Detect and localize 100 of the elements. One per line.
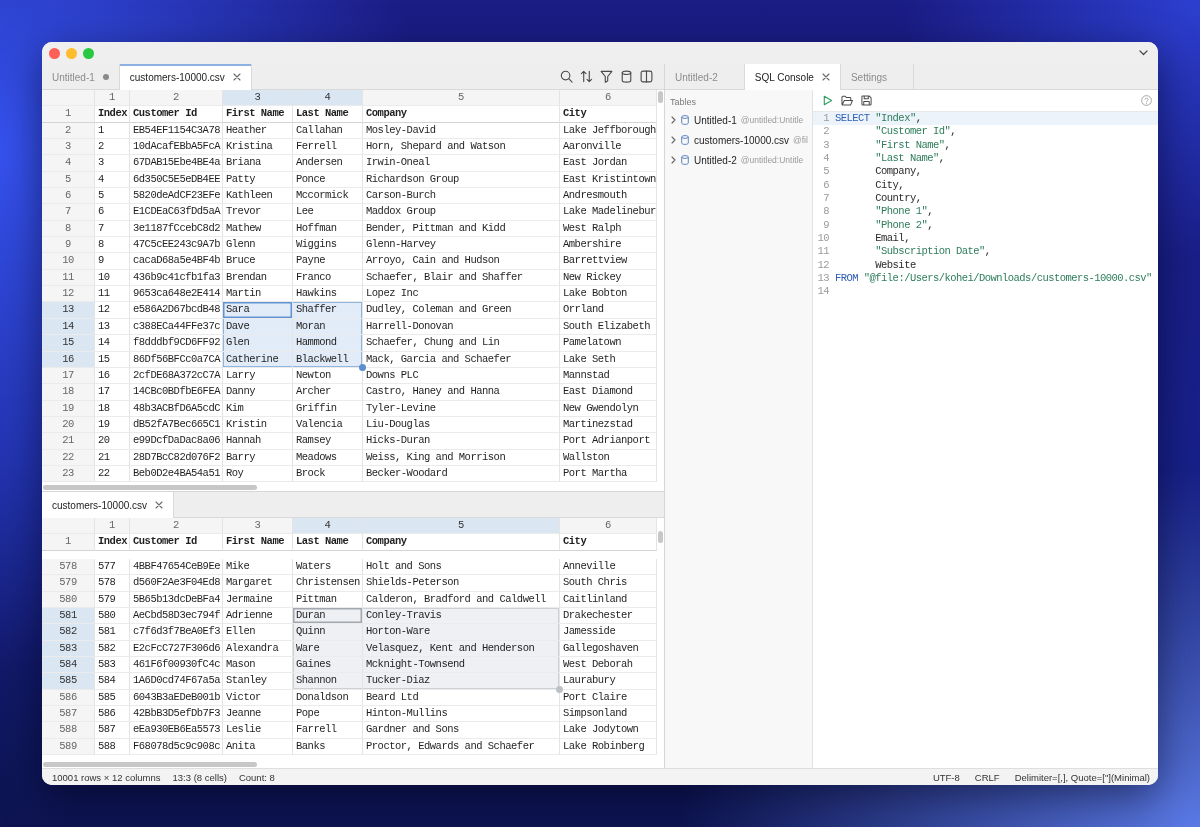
table-cell: 6 — [95, 204, 130, 221]
table-cell: Kristin — [223, 416, 293, 434]
table-cell: 4 — [95, 171, 130, 189]
code-line: Email, — [874, 232, 911, 246]
row-number[interactable]: 584 — [42, 657, 95, 674]
row-number[interactable]: 10 — [42, 253, 95, 270]
table-cell: Anita — [223, 738, 293, 756]
row-number[interactable]: 582 — [42, 624, 95, 641]
column-number[interactable]: 2 — [130, 518, 223, 535]
table-cell: Shields-Peterson — [363, 575, 560, 592]
row-number[interactable]: 15 — [42, 335, 95, 352]
filter-icon[interactable] — [600, 70, 613, 83]
table-cell: Hicks-Duran — [363, 433, 560, 450]
table-cell: 1 — [95, 122, 130, 140]
tab[interactable]: SQL Console — [744, 64, 841, 90]
row-number[interactable]: 1 — [42, 106, 95, 123]
column-number[interactable]: 5 — [363, 90, 560, 107]
row-number[interactable]: 588 — [42, 722, 95, 739]
row-number[interactable]: 1 — [42, 534, 95, 551]
table-cell: 3 — [95, 155, 130, 172]
table-item[interactable]: customers-10000.csv @fil — [665, 130, 812, 150]
table-cell: Pope — [293, 706, 363, 723]
table-cell: 11 — [95, 286, 130, 303]
table-cell: Larry — [223, 367, 293, 385]
row-number[interactable]: 18 — [42, 384, 95, 401]
status-text[interactable]: CRLF — [974, 771, 1000, 783]
close-icon[interactable] — [155, 501, 164, 509]
table-cell: Patty — [223, 171, 293, 189]
row-number[interactable]: 9 — [42, 237, 95, 254]
close-icon[interactable] — [821, 73, 830, 81]
scrollbar-thumb[interactable] — [658, 91, 663, 103]
sort-icon[interactable] — [580, 70, 593, 83]
table-cell: Danny — [223, 384, 293, 401]
window-close-icon[interactable] — [49, 47, 60, 59]
chevron-right-icon[interactable] — [671, 156, 676, 164]
play-icon[interactable] — [822, 95, 833, 106]
search-icon[interactable] — [560, 70, 573, 83]
row-number[interactable]: 585 — [42, 673, 95, 690]
header-cell: Company — [363, 106, 560, 123]
column-number[interactable]: 6 — [560, 518, 657, 535]
table-cell: Lake Robinberg — [560, 738, 657, 756]
row-number[interactable]: 578 — [42, 559, 95, 576]
table-cell: Becker-Woodard — [363, 465, 560, 483]
scrollbar-thumb[interactable] — [43, 762, 257, 767]
table-item[interactable]: Untitled-1 @untitled:Untitle — [665, 110, 812, 130]
table-cell: Schaefer, Blair and Shaffer — [363, 269, 560, 287]
row-number[interactable]: 6 — [42, 188, 95, 205]
table-cell: Roy — [223, 465, 293, 483]
save-icon[interactable] — [861, 95, 872, 106]
row-number[interactable]: 21 — [42, 433, 95, 450]
row-number[interactable]: 4 — [42, 155, 95, 172]
table-cell: 5820deAdCF23EFe — [130, 188, 223, 205]
table-cell: Briana — [223, 155, 293, 172]
table-cell: Lopez Inc — [363, 286, 560, 303]
column-number[interactable]: 1 — [95, 90, 130, 107]
status-text[interactable]: UTF-8 — [932, 771, 960, 783]
close-icon[interactable] — [232, 73, 241, 81]
table-cell: 48b3ACBfD6A5cdC — [130, 400, 223, 417]
row-number[interactable]: 7 — [42, 204, 95, 221]
chevron-down-icon[interactable] — [1139, 50, 1148, 56]
column-number[interactable]: 3 — [223, 90, 293, 107]
column-number[interactable]: 2 — [130, 90, 223, 107]
scrollbar-thumb[interactable] — [658, 531, 663, 543]
folder-icon[interactable] — [841, 95, 853, 106]
column-number[interactable]: 6 — [560, 90, 657, 107]
scrollbar-thumb[interactable] — [43, 485, 257, 490]
row-number[interactable]: 587 — [42, 706, 95, 723]
tab[interactable]: customers-10000.csv — [42, 492, 175, 518]
tab[interactable]: customers-10000.csv — [119, 64, 252, 90]
table-cell: West Deborah — [560, 657, 657, 674]
column-number[interactable]: 3 — [223, 518, 293, 535]
table-cell: Mike — [223, 559, 293, 576]
dot-icon — [102, 74, 109, 80]
column-number[interactable]: 1 — [95, 518, 130, 535]
row-number[interactable]: 3 — [42, 139, 95, 156]
split-view-icon[interactable] — [640, 70, 653, 83]
chevron-right-icon[interactable] — [671, 116, 676, 124]
table-cell: Port Adrianport — [560, 433, 657, 450]
table-cell: South Chris — [560, 575, 657, 592]
table-cell: 18 — [95, 400, 130, 417]
row-number[interactable]: 581 — [42, 608, 95, 625]
table-item[interactable]: Untitled-2 @untitled:Untitle — [665, 150, 812, 170]
row-number[interactable]: 13 — [42, 302, 95, 319]
database-icon[interactable] — [620, 70, 633, 83]
column-number[interactable]: 5 — [363, 518, 560, 535]
table-cell: 585 — [95, 689, 130, 707]
chevron-right-icon[interactable] — [671, 136, 676, 144]
table-cell: Kim — [223, 400, 293, 417]
drag-handle-icon[interactable] — [556, 685, 563, 693]
column-number[interactable]: 4 — [293, 518, 363, 535]
table-cell: Valencia — [293, 416, 363, 434]
header-cell: Customer Id — [130, 534, 223, 551]
table-cell: 586 — [95, 706, 130, 723]
drag-handle-icon[interactable] — [359, 363, 366, 371]
column-number[interactable]: 4 — [293, 90, 363, 107]
row-number[interactable]: 12 — [42, 286, 95, 303]
status-text[interactable]: Delimiter=[,], Quote=["](Minimal) — [1014, 771, 1150, 783]
row-number[interactable]: 579 — [42, 575, 95, 592]
table-cell: 584 — [95, 673, 130, 690]
table-cell: Lake Jodytown — [560, 722, 657, 739]
